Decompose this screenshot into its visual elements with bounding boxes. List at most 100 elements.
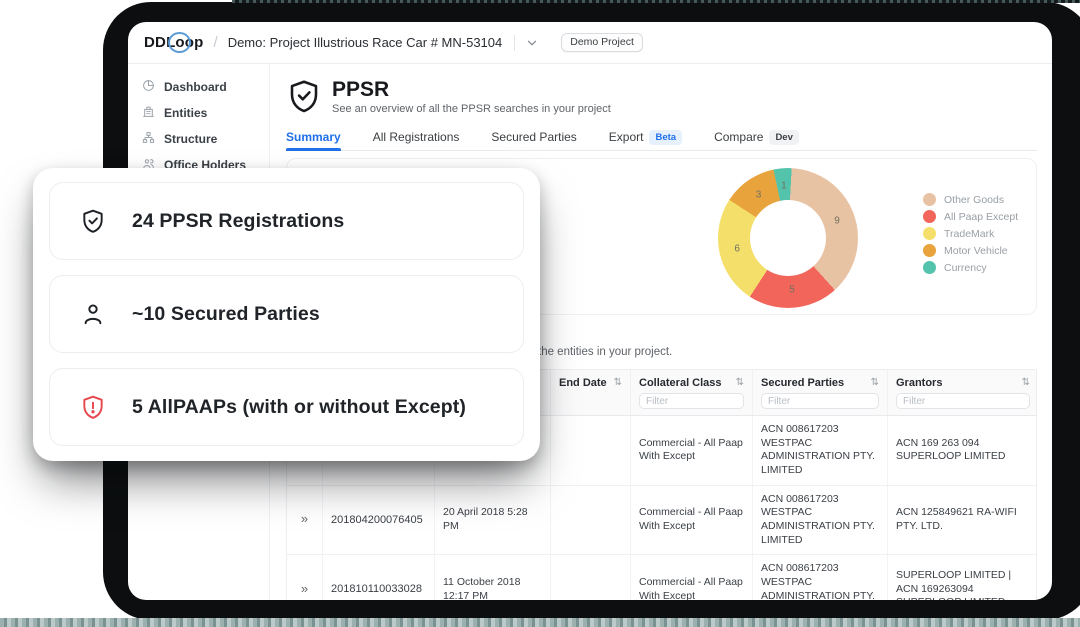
tab-export[interactable]: Export Beta (609, 124, 682, 150)
sidebar-item-entities[interactable]: Entities (128, 100, 269, 126)
filter-input-collateral-class[interactable] (639, 393, 744, 409)
slice-value-label: 6 (734, 243, 740, 254)
stat-card[interactable]: ~10 Secured Parties (49, 275, 524, 353)
legend-item-motor-vehicle[interactable]: Motor Vehicle (923, 242, 1018, 259)
shield-alert-icon (80, 394, 106, 420)
shield-check-icon (80, 208, 106, 234)
sort-icon[interactable]: ⇅ (1022, 377, 1030, 388)
sort-icon[interactable]: ⇅ (614, 377, 622, 388)
stat-text: 5 AllPAAPs (with or without Except) (132, 396, 466, 419)
demo-project-badge: Demo Project (561, 33, 643, 52)
legend-swatch-icon (923, 227, 936, 240)
divider (514, 35, 515, 51)
legend-label: All Paap Except (944, 211, 1018, 223)
page: DDLoop / Demo: Project Illustrious Race … (0, 0, 1080, 627)
legend-label: Currency (944, 262, 987, 274)
tab-all-registrations[interactable]: All Registrations (373, 124, 460, 150)
page-subtitle: See an overview of all the PPSR searches… (332, 103, 611, 115)
column-header-end-date: End Date ⇅ (551, 370, 631, 415)
expand-row-icon[interactable]: » (287, 486, 323, 555)
cell-secured-parties: ACN 008617203 WESTPAC ADMINISTRATION PTY… (753, 486, 888, 555)
structure-icon (142, 131, 155, 147)
tab-label: Secured Parties (491, 130, 576, 144)
slice-value-label: 3 (756, 190, 762, 201)
sidebar-item-label: Dashboard (164, 80, 227, 94)
legend-swatch-icon (923, 193, 936, 206)
sidebar-item-label: Entities (164, 106, 207, 120)
cell-secured-parties: ACN 008617203 WESTPAC ADMINISTRATION PTY… (753, 416, 888, 485)
summary-overlay-card: 24 PPSR Registrations ~10 Secured Parties… (33, 168, 540, 461)
legend-label: Other Goods (944, 194, 1004, 206)
filter-input-secured-parties[interactable] (761, 393, 879, 409)
page-header: PPSR See an overview of all the PPSR sea… (286, 78, 1037, 115)
cell-secured-parties: ACN 008617203 WESTPAC ADMINISTRATION PTY… (753, 555, 888, 600)
stat-card[interactable]: 5 AllPAAPs (with or without Except) (49, 368, 524, 446)
stat-card[interactable]: 24 PPSR Registrations (49, 182, 524, 260)
person-icon (80, 301, 106, 327)
column-label: Collateral Class (639, 377, 722, 389)
column-label: Grantors (896, 377, 942, 389)
tab-label: Summary (286, 130, 341, 144)
entities-icon (142, 105, 155, 121)
legend-item-currency[interactable]: Currency (923, 259, 1018, 276)
tab-secured-parties[interactable]: Secured Parties (491, 124, 576, 150)
donut-chart[interactable]: 95631 (718, 168, 858, 308)
page-title: PPSR (332, 78, 611, 101)
filter-input-grantors[interactable] (896, 393, 1030, 409)
section-note: the entities in your project. (538, 346, 1037, 358)
app-logo[interactable]: DDLoop (144, 34, 204, 52)
table-row[interactable]: »20180420007640520 April 2018 5:28 PMCom… (287, 486, 1036, 556)
dashboard-icon (142, 79, 155, 95)
tab-label: All Registrations (373, 130, 460, 144)
stat-text: ~10 Secured Parties (132, 303, 320, 326)
legend-swatch-icon (923, 244, 936, 257)
chart-legend: Other Goods All Paap Except TradeMark Motor… (923, 191, 1018, 276)
legend-label: Motor Vehicle (944, 245, 1008, 257)
stat-text: 24 PPSR Registrations (132, 210, 344, 233)
sidebar-item-structure[interactable]: Structure (128, 126, 269, 152)
tab-badge: Beta (649, 130, 682, 145)
cell-collateral-class: Commercial - All Paap With Except (631, 416, 753, 485)
tab-label: Compare (714, 130, 763, 144)
legend-swatch-icon (923, 210, 936, 223)
cell-start-date: 11 October 2018 12:17 PM (435, 555, 551, 600)
cell-end-date (551, 416, 631, 485)
chevron-down-icon[interactable] (525, 36, 539, 50)
cell-collateral-class: Commercial - All Paap With Except (631, 555, 753, 600)
column-header-secured-parties: Secured Parties ⇅ (753, 370, 888, 415)
tab-bar: Summary All Registrations Secured Parties E… (286, 124, 1037, 151)
slice-value-label: 5 (789, 284, 795, 295)
decorative-strip-top (232, 0, 1080, 3)
tab-badge: Dev (769, 130, 798, 145)
column-label: Secured Parties (761, 377, 844, 389)
cell-grantors: SUPERLOOP LIMITED | ACN 169263094 SUPERL… (888, 555, 1038, 600)
cell-grantors: ACN 169 263 094 SUPERLOOP LIMITED (888, 416, 1038, 485)
table-row[interactable]: »20181011003302811 October 2018 12:17 PM… (287, 555, 1036, 600)
legend-swatch-icon (923, 261, 936, 274)
legend-label: TradeMark (944, 228, 994, 240)
legend-item-all-paap-except[interactable]: All Paap Except (923, 208, 1018, 225)
cell-registration-number: 201810110033028 (323, 555, 435, 600)
cell-start-date: 20 April 2018 5:28 PM (435, 486, 551, 555)
cell-end-date (551, 486, 631, 555)
tab-label: Export (609, 130, 644, 144)
sidebar-item-dashboard[interactable]: Dashboard (128, 74, 269, 100)
cell-registration-number: 201804200076405 (323, 486, 435, 555)
cell-grantors: ACN 125849621 RA-WIFI PTY. LTD. (888, 486, 1038, 555)
sort-icon[interactable]: ⇅ (871, 377, 879, 388)
column-header-grantors: Grantors ⇅ (888, 370, 1038, 415)
legend-item-other-goods[interactable]: Other Goods (923, 191, 1018, 208)
tab-summary[interactable]: Summary (286, 124, 341, 150)
shield-check-icon (286, 78, 322, 114)
column-label: End Date (559, 377, 607, 389)
expand-row-icon[interactable]: » (287, 555, 323, 600)
tab-compare[interactable]: Compare Dev (714, 124, 799, 150)
legend-item-trademark[interactable]: TradeMark (923, 225, 1018, 242)
project-title: Demo: Project Illustrious Race Car # MN-… (228, 35, 503, 50)
decorative-strip-bottom (0, 618, 1080, 627)
breadcrumb-separator: / (214, 34, 218, 51)
sort-icon[interactable]: ⇅ (736, 377, 744, 388)
slice-value-label: 1 (781, 181, 787, 192)
top-bar: DDLoop / Demo: Project Illustrious Race … (128, 22, 1052, 64)
logo-text: DDLoop (144, 34, 204, 51)
